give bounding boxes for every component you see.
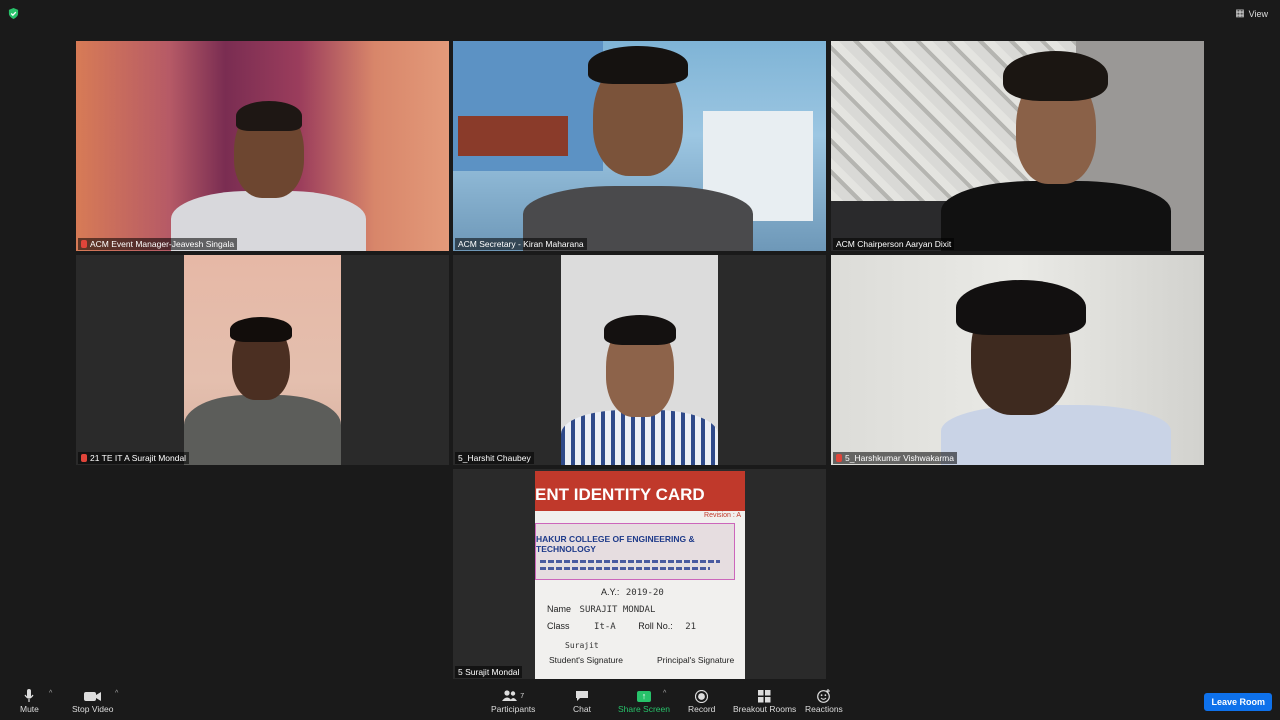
share-screen-icon: ↑ (636, 690, 651, 702)
video-options-caret-icon[interactable]: ^ (115, 690, 118, 697)
leave-room-button[interactable]: Leave Room (1204, 693, 1272, 711)
participants-label: Participants (491, 704, 536, 714)
participant-name-tag: ACM Chairperson Aaryan Dixit (833, 238, 955, 250)
video-tile-6[interactable]: 5_Harshkumar Vishwakarma (831, 255, 1204, 465)
muted-mic-icon (81, 240, 87, 248)
mute-button[interactable]: Mute (20, 688, 39, 714)
video-tile-3[interactable]: ACM Chairperson Aaryan Dixit (831, 41, 1204, 251)
class-label: Class (547, 621, 570, 631)
breakout-rooms-button[interactable]: Breakout Rooms (733, 688, 796, 714)
student-signature-value: Surajit (565, 641, 599, 650)
breakout-rooms-icon (758, 688, 771, 704)
video-feed (76, 41, 449, 251)
participant-name: 5_Harshit Chaubey (458, 453, 531, 463)
video-camera-icon (83, 688, 102, 704)
view-button[interactable]: ▦ View (1235, 8, 1268, 19)
ay-value: 2019-20 (625, 588, 664, 598)
mute-label: Mute (20, 704, 39, 714)
name-value: SURAJIT MONDAL (579, 605, 656, 615)
participant-name: ACM Event Manager-Jeavesh Singala (90, 239, 235, 249)
roll-value: 21 (685, 622, 697, 632)
video-tile-2[interactable]: ACM Secretary - Kiran Maharana (453, 41, 826, 251)
video-feed (561, 255, 718, 465)
breakout-rooms-label: Breakout Rooms (733, 704, 797, 714)
id-card-college: HAKUR COLLEGE OF ENGINEERING & TECHNOLOG… (536, 534, 695, 554)
participant-name: ACM Secretary - Kiran Maharana (458, 239, 584, 249)
id-card-title: ENT IDENTITY CARD (535, 471, 745, 511)
smiley-icon (817, 688, 831, 704)
record-label: Record (688, 704, 716, 714)
video-tile-4[interactable]: 21 TE IT A Surajit Mondal (76, 255, 449, 465)
participant-name: 21 TE IT A Surajit Mondal (90, 453, 187, 463)
roll-label: Roll No.: (638, 621, 673, 631)
ay-label: A.Y.: (601, 587, 620, 597)
participant-name: ACM Chairperson Aaryan Dixit (836, 239, 952, 249)
student-signature-label: Student's Signature (549, 655, 623, 665)
microphone-icon (24, 688, 34, 704)
participant-name: 5_Harshkumar Vishwakarma (845, 453, 954, 463)
chat-label: Chat (573, 704, 591, 714)
participants-count: 7 (520, 692, 525, 700)
stop-video-label: Stop Video (72, 704, 114, 714)
muted-mic-icon (81, 454, 87, 462)
video-tile-5[interactable]: 5_Harshit Chaubey (453, 255, 826, 465)
participant-name-tag: ACM Secretary - Kiran Maharana (455, 238, 587, 250)
participant-name-tag: 5_Harshit Chaubey (455, 452, 534, 464)
video-tile-1[interactable]: ACM Event Manager-Jeavesh Singala (76, 41, 449, 251)
video-feed (184, 255, 341, 465)
name-label: Name (547, 604, 572, 614)
stop-video-button[interactable]: Stop Video (72, 688, 113, 714)
participant-name-tag: ACM Event Manager-Jeavesh Singala (78, 238, 238, 250)
share-screen-label: Share Screen (618, 704, 670, 714)
chat-button[interactable]: Chat (573, 688, 591, 714)
principal-signature-label: Principal's Signature (657, 655, 735, 665)
participant-name-tag: 21 TE IT A Surajit Mondal (78, 452, 190, 464)
view-label: View (1248, 8, 1268, 19)
audio-options-caret-icon[interactable]: ^ (49, 690, 52, 697)
video-tile-7[interactable]: ENT IDENTITY CARD Revision : A HAKUR COL… (453, 469, 826, 679)
video-feed (831, 41, 1204, 251)
participant-name: 5 Surajit Mondal (458, 667, 520, 677)
participant-name-tag: 5 Surajit Mondal (455, 666, 523, 678)
participant-name-tag: 5_Harshkumar Vishwakarma (833, 452, 957, 464)
reactions-label: Reactions (805, 704, 843, 714)
video-feed (831, 255, 1204, 465)
id-card-college-band: HAKUR COLLEGE OF ENGINEERING & TECHNOLOG… (535, 523, 735, 580)
participants-icon: 7 (502, 688, 524, 704)
share-options-caret-icon[interactable]: ^ (663, 690, 666, 697)
participants-button[interactable]: 7 Participants (491, 688, 535, 714)
grid-view-icon: ▦ (1235, 8, 1245, 19)
meeting-toolbar: Mute ^ Stop Video ^ 7 Participants Chat … (0, 684, 1280, 720)
id-card-revision: Revision : A (704, 512, 741, 519)
security-shield-icon[interactable] (8, 8, 19, 19)
muted-mic-icon (836, 454, 842, 462)
video-feed (453, 41, 826, 251)
id-card-image: ENT IDENTITY CARD Revision : A HAKUR COL… (535, 471, 745, 679)
record-icon (695, 688, 709, 704)
class-value: It-A (594, 622, 616, 632)
reactions-button[interactable]: Reactions (805, 688, 843, 714)
record-button[interactable]: Record (688, 688, 715, 714)
chat-bubble-icon (575, 688, 589, 704)
